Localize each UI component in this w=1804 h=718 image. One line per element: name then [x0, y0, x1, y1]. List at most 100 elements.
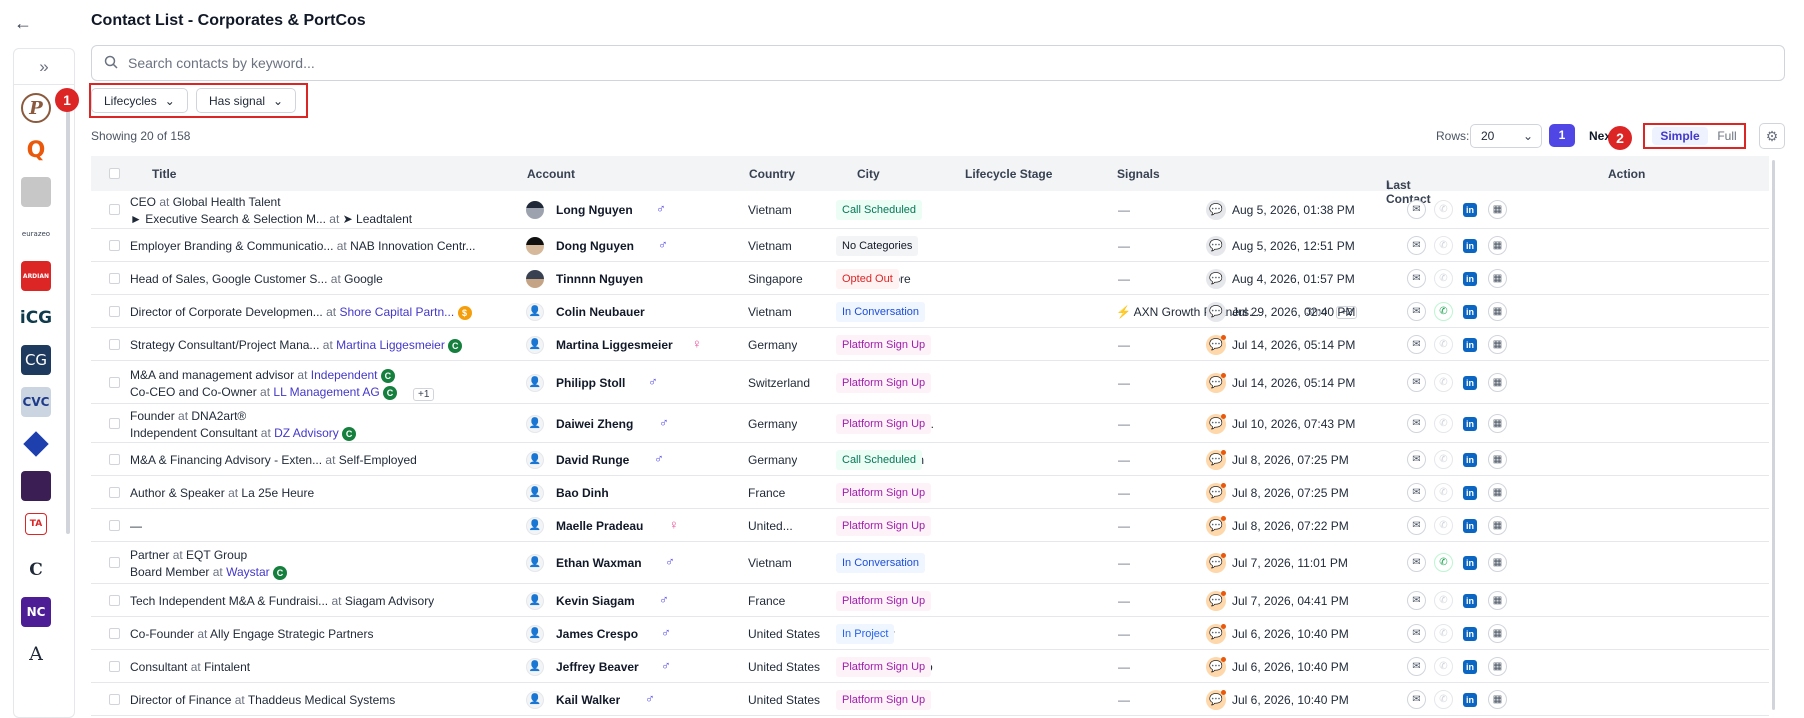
- chat-icon[interactable]: 💬: [1206, 690, 1226, 710]
- linkedin-icon[interactable]: in: [1463, 305, 1477, 319]
- organization-link[interactable]: Fintalent: [204, 660, 250, 674]
- row-checkbox[interactable]: [109, 694, 120, 705]
- whatsapp-icon[interactable]: ✆: [1434, 414, 1453, 433]
- lifecycle-stage-badge[interactable]: In Conversation: [836, 302, 926, 322]
- calendar-icon[interactable]: ▦: [1488, 591, 1507, 610]
- rows-per-page-select[interactable]: 20 ⌄: [1470, 124, 1542, 148]
- email-icon[interactable]: ✉: [1407, 553, 1426, 572]
- linkedin-icon[interactable]: in: [1463, 272, 1477, 286]
- chat-icon[interactable]: 💬: [1206, 236, 1226, 256]
- lifecycle-stage-badge[interactable]: Platform Sign Up: [836, 516, 932, 536]
- whatsapp-icon[interactable]: ✆: [1434, 483, 1453, 502]
- ardian-logo-icon[interactable]: ARDIAN: [21, 261, 51, 291]
- row-checkbox[interactable]: [109, 240, 120, 251]
- chat-icon[interactable]: 💬: [1206, 591, 1226, 611]
- row-checkbox[interactable]: [109, 204, 120, 215]
- chat-icon[interactable]: 💬: [1206, 657, 1226, 677]
- table-scrollbar[interactable]: [1772, 160, 1775, 710]
- calendar-icon[interactable]: ▦: [1488, 690, 1507, 709]
- whatsapp-icon[interactable]: ✆: [1434, 624, 1453, 643]
- account-name[interactable]: Dong Nguyen: [556, 239, 634, 253]
- linkedin-icon[interactable]: in: [1463, 594, 1477, 608]
- row-checkbox[interactable]: [109, 377, 120, 388]
- lifecycles-filter-button[interactable]: Lifecycles ⌄: [91, 88, 188, 113]
- email-icon[interactable]: ✉: [1407, 516, 1426, 535]
- account-name[interactable]: Long Nguyen: [556, 203, 633, 217]
- table-row[interactable]: —👤Maelle Pradeau♀United...LondonPlatform…: [91, 509, 1769, 542]
- organization-link[interactable]: Independent: [311, 368, 378, 382]
- organization-link[interactable]: Shore Capital Partn...: [339, 305, 454, 319]
- linkedin-icon[interactable]: in: [1463, 627, 1477, 641]
- whatsapp-icon[interactable]: ✆: [1434, 335, 1453, 354]
- row-checkbox[interactable]: [109, 520, 120, 531]
- account-name[interactable]: James Crespo: [556, 627, 638, 641]
- calendar-icon[interactable]: ▦: [1488, 624, 1507, 643]
- table-row[interactable]: CEO at Global Health Talent ► Executive S…: [91, 191, 1769, 229]
- email-icon[interactable]: ✉: [1407, 200, 1426, 219]
- ta-logo-icon[interactable]: TA: [25, 513, 47, 535]
- whatsapp-icon[interactable]: ✆: [1434, 269, 1453, 288]
- expand-sidebar-icon[interactable]: »: [14, 49, 74, 85]
- icg-logo-icon[interactable]: iCG: [21, 303, 51, 333]
- calendar-icon[interactable]: ▦: [1488, 200, 1507, 219]
- organization-link[interactable]: La 25e Heure: [241, 486, 314, 500]
- linkedin-icon[interactable]: in: [1463, 453, 1477, 467]
- organization-link[interactable]: Ally Engage Strategic Partners: [210, 627, 373, 641]
- lifecycle-stage-badge[interactable]: In Conversation: [836, 553, 926, 573]
- table-row[interactable]: Co-Founder at Ally Engage Strategic Part…: [91, 617, 1769, 650]
- organization-link[interactable]: DZ Advisory: [274, 426, 339, 440]
- chat-icon[interactable]: 💬: [1206, 200, 1226, 220]
- lifecycle-stage-badge[interactable]: Platform Sign Up: [836, 591, 932, 611]
- lifecycle-stage-badge[interactable]: Platform Sign Up: [836, 373, 932, 393]
- table-row[interactable]: Employer Branding & Communicatio... at N…: [91, 229, 1769, 262]
- lifecycle-stage-badge[interactable]: No Categories: [836, 236, 919, 256]
- q-logo-icon[interactable]: Q: [21, 135, 51, 165]
- table-row[interactable]: Consultant at Fintalent 👤 Jeffrey Beaver ♂ U…: [91, 650, 1769, 683]
- table-row[interactable]: Director of Corporate Developmen... at S…: [91, 295, 1769, 328]
- chat-icon[interactable]: 💬: [1206, 373, 1226, 393]
- lifecycle-stage-badge[interactable]: Platform Sign Up: [836, 690, 932, 710]
- lifecycle-stage-badge[interactable]: Platform Sign Up: [836, 414, 932, 434]
- linkedin-icon[interactable]: in: [1463, 519, 1477, 533]
- whatsapp-icon[interactable]: ✆: [1434, 236, 1453, 255]
- organization-link[interactable]: EQT Group: [186, 548, 247, 562]
- lifecycle-stage-badge[interactable]: Opted Out: [836, 269, 899, 289]
- organization-link[interactable]: Thaddeus Medical Systems: [248, 693, 395, 707]
- p-logo-icon[interactable]: P: [21, 93, 51, 123]
- row-checkbox[interactable]: [109, 454, 120, 465]
- calendar-icon[interactable]: ▦: [1488, 373, 1507, 392]
- email-icon[interactable]: ✉: [1407, 335, 1426, 354]
- email-icon[interactable]: ✉: [1407, 269, 1426, 288]
- lifecycle-stage-badge[interactable]: Call Scheduled: [836, 450, 922, 470]
- chat-icon[interactable]: 💬: [1206, 516, 1226, 536]
- table-row[interactable]: Tech Independent M&A & Fundraisi... at S…: [91, 584, 1769, 617]
- whatsapp-icon[interactable]: ✆: [1434, 553, 1453, 572]
- whatsapp-icon[interactable]: ✆: [1434, 657, 1453, 676]
- back-arrow-icon[interactable]: ←: [14, 12, 36, 34]
- calendar-icon[interactable]: ▦: [1488, 414, 1507, 433]
- simple-view-toggle[interactable]: Simple: [1652, 127, 1708, 145]
- whatsapp-icon[interactable]: ✆: [1434, 373, 1453, 392]
- account-name[interactable]: David Runge: [556, 453, 629, 467]
- lifecycle-stage-badge[interactable]: Platform Sign Up: [836, 483, 932, 503]
- account-name[interactable]: Philipp Stoll: [556, 376, 625, 390]
- row-checkbox[interactable]: [109, 418, 120, 429]
- calendar-icon[interactable]: ▦: [1488, 553, 1507, 572]
- whatsapp-icon[interactable]: ✆: [1434, 200, 1453, 219]
- chat-icon[interactable]: 💬: [1206, 269, 1226, 289]
- linkedin-icon[interactable]: in: [1463, 376, 1477, 390]
- table-row[interactable]: Director of Finance at Thaddeus Medical …: [91, 683, 1769, 716]
- col-signals[interactable]: Signals: [1117, 167, 1160, 181]
- lifecycle-stage-badge[interactable]: Call Scheduled: [836, 200, 922, 220]
- table-row[interactable]: M&A & Financing Advisory - Exten... at S…: [91, 443, 1769, 476]
- a-logo-icon[interactable]: A: [21, 639, 51, 669]
- linkedin-icon[interactable]: in: [1463, 486, 1477, 500]
- account-name[interactable]: Colin Neubauer: [556, 305, 645, 319]
- chat-icon[interactable]: 💬: [1206, 450, 1226, 470]
- search-input[interactable]: [128, 55, 1728, 71]
- select-all-checkbox[interactable]: [109, 168, 120, 179]
- table-row[interactable]: Head of Sales, Google Customer S... at G…: [91, 262, 1769, 295]
- calendar-icon[interactable]: ▦: [1488, 450, 1507, 469]
- diamond-logo-icon[interactable]: [21, 429, 51, 459]
- table-row[interactable]: Partner at EQT Group Board Member at Ways…: [91, 542, 1769, 584]
